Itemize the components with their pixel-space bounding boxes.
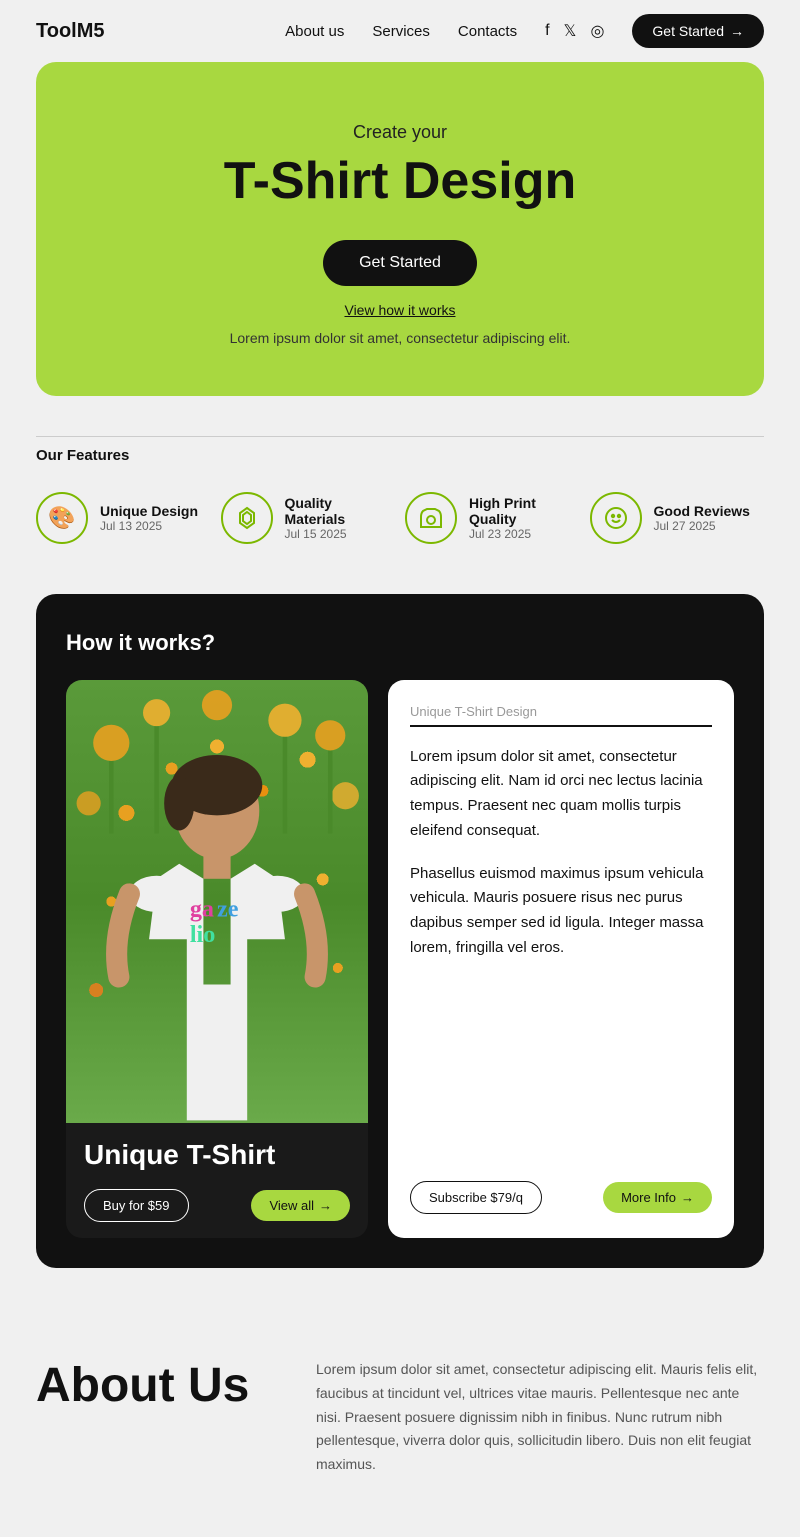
feature-text-4: Good Reviews Jul 27 2025	[654, 503, 750, 533]
card-left: ga ze lio Unique T-Shirt Buy for $59 Vie…	[66, 680, 368, 1238]
feature-text-1: Unique Design Jul 13 2025	[100, 503, 198, 533]
card-divider	[410, 725, 712, 727]
nav-about[interactable]: About us	[285, 23, 344, 40]
how-it-works-section: How it works?	[36, 594, 764, 1268]
feature-date-2: Jul 15 2025	[285, 527, 396, 541]
feature-name-1: Unique Design	[100, 503, 198, 519]
unique-design-icon: 🎨	[36, 492, 88, 544]
feature-good-reviews: Good Reviews Jul 27 2025	[590, 492, 765, 544]
facebook-icon[interactable]: f	[545, 22, 549, 40]
card-right: Unique T-Shirt Design Lorem ipsum dolor …	[388, 680, 734, 1238]
card-paragraph-1: Lorem ipsum dolor sit amet, consectetur …	[410, 745, 712, 844]
svg-text:ze: ze	[217, 896, 239, 923]
feature-date-1: Jul 13 2025	[100, 519, 198, 533]
nav-services[interactable]: Services	[372, 23, 430, 40]
feature-text-3: High Print Quality Jul 23 2025	[469, 495, 580, 541]
instagram-icon[interactable]: ◎	[590, 21, 604, 41]
hero-view-link[interactable]: View how it works	[76, 302, 724, 318]
card-image: ga ze lio	[66, 680, 368, 1123]
hero-get-started-button[interactable]: Get Started	[323, 240, 477, 286]
how-title: How it works?	[66, 630, 734, 656]
feature-high-print: High Print Quality Jul 23 2025	[405, 492, 580, 544]
subscribe-button[interactable]: Subscribe $79/q	[410, 1181, 542, 1214]
card-right-body: Lorem ipsum dolor sit amet, consectetur …	[410, 745, 712, 1161]
card-left-body: Unique T-Shirt Buy for $59 View all	[66, 1123, 368, 1238]
feature-date-4: Jul 27 2025	[654, 519, 750, 533]
nav-get-started-button[interactable]: Get Started	[632, 14, 764, 48]
navbar: ToolM5 About us Services Contacts f 𝕏 ◎ …	[0, 0, 800, 62]
good-reviews-icon	[590, 492, 642, 544]
buy-button[interactable]: Buy for $59	[84, 1189, 189, 1222]
feature-name-2: Quality Materials	[285, 495, 396, 527]
hero-description: Lorem ipsum dolor sit amet, consectetur …	[76, 330, 724, 346]
more-info-button[interactable]: More Info	[603, 1182, 712, 1213]
svg-text:ga: ga	[190, 896, 214, 923]
twitter-icon[interactable]: 𝕏	[564, 21, 577, 41]
hero-section: Create your T-Shirt Design Get Started V…	[36, 62, 764, 396]
card-right-actions: Subscribe $79/q More Info	[410, 1181, 712, 1214]
nav-contacts[interactable]: Contacts	[458, 23, 517, 40]
features-section: Our Features 🎨 Unique Design Jul 13 2025…	[0, 396, 800, 564]
logo: ToolM5	[36, 20, 105, 43]
card-paragraph-2: Phasellus euismod maximus ipsum vehicula…	[410, 862, 712, 961]
hero-subtitle: Create your	[76, 122, 724, 143]
features-title: Our Features	[36, 436, 764, 474]
nav-links: About us Services Contacts f 𝕏 ◎ Get Sta…	[285, 14, 764, 48]
about-text: Lorem ipsum dolor sit amet, consectetur …	[316, 1358, 764, 1477]
feature-text-2: Quality Materials Jul 15 2025	[285, 495, 396, 541]
view-all-button[interactable]: View all	[251, 1190, 350, 1221]
card-right-label: Unique T-Shirt Design	[410, 704, 712, 719]
feature-unique-design: 🎨 Unique Design Jul 13 2025	[36, 492, 211, 544]
feature-name-4: Good Reviews	[654, 503, 750, 519]
shirt-title: Unique T-Shirt	[84, 1139, 350, 1171]
about-title: About Us	[36, 1358, 256, 1413]
how-cards: ga ze lio Unique T-Shirt Buy for $59 Vie…	[66, 680, 734, 1238]
feature-quality-materials: Quality Materials Jul 15 2025	[221, 492, 396, 544]
feature-date-3: Jul 23 2025	[469, 527, 580, 541]
social-links: f 𝕏 ◎	[545, 21, 604, 41]
high-print-icon	[405, 492, 457, 544]
feature-name-3: High Print Quality	[469, 495, 580, 527]
features-grid: 🎨 Unique Design Jul 13 2025 Quality Mate…	[36, 492, 764, 544]
about-section: About Us Lorem ipsum dolor sit amet, con…	[0, 1298, 800, 1537]
card-left-actions: Buy for $59 View all	[84, 1189, 350, 1222]
hero-title: T-Shirt Design	[76, 153, 724, 210]
svg-text:lio: lio	[190, 921, 216, 948]
quality-materials-icon	[221, 492, 273, 544]
